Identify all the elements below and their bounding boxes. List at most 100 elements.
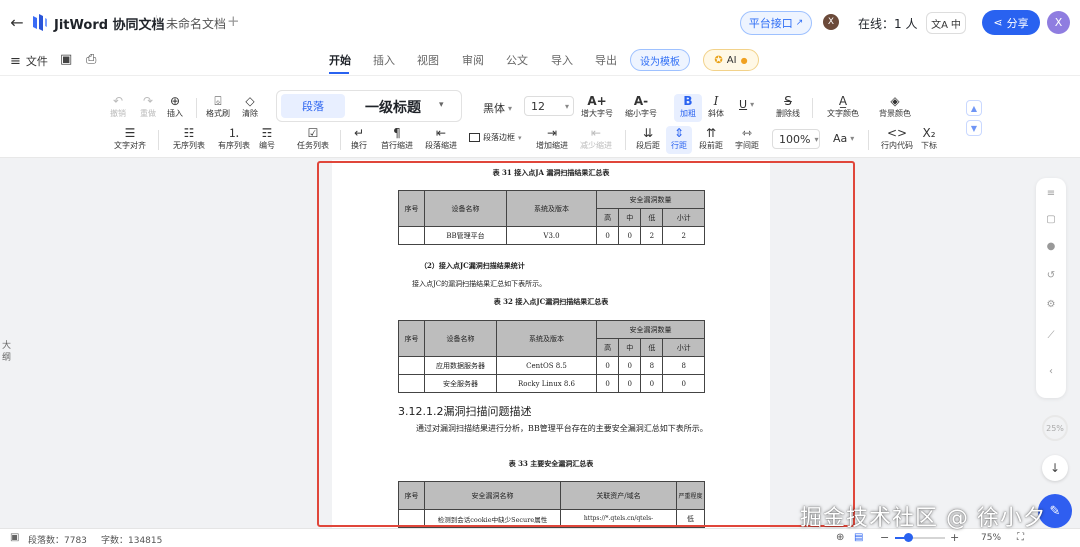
file-menu[interactable]: ≡ 文件 <box>10 53 48 69</box>
style-paragraph-option[interactable]: 段落 <box>281 94 345 118</box>
info-icon[interactable]: ● <box>1036 241 1066 252</box>
list-icon[interactable]: ≡ <box>1036 188 1066 199</box>
toolbar-scroll-down-icon[interactable]: ▼ <box>966 120 982 136</box>
bg-color-button[interactable]: ◈ 背景颜色 <box>870 94 920 119</box>
tab-official[interactable]: 公文 <box>506 52 528 68</box>
text-align-button[interactable]: ☰ 文字对齐 <box>108 126 152 151</box>
increase-indent-button[interactable]: ⇥ 增加缩进 <box>532 126 572 151</box>
fullscreen-icon[interactable]: ⛶ <box>1017 532 1024 543</box>
grow-font-button[interactable]: A+ 增大字号 <box>577 94 617 119</box>
settings-gear-icon[interactable]: ⚙ <box>1036 299 1066 310</box>
first-indent-label: 首行缩进 <box>381 141 413 150</box>
line-height-button[interactable]: ⇕ 行距 <box>666 126 692 154</box>
save-icon[interactable]: ▣ <box>60 52 72 67</box>
space-before-button[interactable]: ⇈ 段前距 <box>691 126 731 151</box>
letter-spacing-button[interactable]: ⇿ 字间距 <box>727 126 767 151</box>
share-icon: ⋖ <box>993 16 1003 29</box>
bg-color-label: 背景颜色 <box>879 109 911 118</box>
divider <box>196 98 197 118</box>
italic-button[interactable]: I 斜体 <box>702 94 730 119</box>
style-heading1-option[interactable]: 一级标题 <box>365 97 421 117</box>
paragraph-border-select[interactable]: 段落边框 ▾ <box>469 132 522 143</box>
print-icon[interactable]: ⎙ <box>86 52 96 67</box>
font-family-select[interactable]: 黑体 ▾ <box>483 100 512 116</box>
globe-icon[interactable]: ⊕ <box>836 532 844 543</box>
subscript-label: 下标 <box>921 141 937 150</box>
bullet-label: 无序列表 <box>173 141 205 150</box>
text-color-button[interactable]: A̲ 文字颜色 <box>818 94 868 119</box>
selection-highlight <box>317 161 855 527</box>
border-box-icon <box>469 133 480 142</box>
collapse-left-icon[interactable]: ‹ <box>1036 366 1066 377</box>
style-picker: 段落 一级标题 ▾ <box>276 90 462 122</box>
zoom-slider[interactable] <box>895 533 945 542</box>
decrease-indent-icon: ⇤ <box>590 126 602 140</box>
space-after-label: 段后距 <box>636 141 660 150</box>
new-doc-plus-icon[interactable]: + <box>227 12 240 30</box>
lang-label: 中 <box>950 19 961 31</box>
brush-icon: ⌺ <box>214 94 222 108</box>
insert-button[interactable]: ⊕ 插入 <box>155 94 195 119</box>
tab-view[interactable]: 视图 <box>417 52 439 68</box>
magic-wand-icon[interactable]: ⟋ <box>1036 330 1066 341</box>
case-select[interactable]: Aa ▾ <box>833 132 854 145</box>
history-icon[interactable]: ↺ <box>1036 270 1066 281</box>
zoom-in-button[interactable]: + <box>950 531 959 544</box>
ordered-list-button[interactable]: ⒈ 有序列表 <box>214 126 254 151</box>
shrink-font-button[interactable]: A- 缩小字号 <box>621 94 661 119</box>
font-size-select[interactable]: 12 ▾ <box>524 96 574 116</box>
divider <box>625 130 626 150</box>
bold-label: 加粗 <box>680 109 696 118</box>
shrink-font-icon: A- <box>633 94 649 108</box>
clear-format-button[interactable]: ◇ 清除 <box>230 94 270 119</box>
zoom-out-button[interactable]: − <box>880 531 889 544</box>
set-template-button[interactable]: 设为模板 <box>630 49 690 71</box>
style-dropdown-icon[interactable]: ▾ <box>439 100 444 110</box>
outline-toggle[interactable]: 大纲 <box>2 340 14 364</box>
share-button[interactable]: ⋖ 分享 <box>982 10 1040 35</box>
strikethrough-button[interactable]: S 删除线 <box>768 94 808 119</box>
task-list-button[interactable]: ☑ 任务列表 <box>293 126 333 151</box>
ai-button[interactable]: ✪ AI ● <box>703 49 759 71</box>
sidebar-toggle-icon[interactable]: ▣ <box>10 532 19 543</box>
space-after-button[interactable]: ⇊ 段后距 <box>628 126 668 151</box>
bold-button[interactable]: B 加粗 <box>674 94 702 122</box>
numbering-button[interactable]: ☶ 编号 <box>252 126 282 151</box>
scroll-down-icon[interactable]: ↓ <box>1042 455 1068 481</box>
doc-title[interactable]: 未命名文档 <box>166 15 226 32</box>
comment-icon[interactable]: ▢ <box>1036 214 1066 225</box>
language-toggle[interactable]: 文A 中 <box>926 12 966 34</box>
tab-export[interactable]: 导出 <box>595 52 617 68</box>
chevron-down-icon: ▾ <box>565 101 570 111</box>
back-arrow-icon[interactable]: ← <box>8 13 26 32</box>
page-view-icon[interactable]: ▤ <box>854 532 863 543</box>
tab-import[interactable]: 导入 <box>551 52 573 68</box>
inline-code-button[interactable]: <> 行内代码 <box>877 126 917 151</box>
chevron-down-icon: ▾ <box>850 134 855 143</box>
bullet-list-button[interactable]: ☷ 无序列表 <box>169 126 209 151</box>
space-before-label: 段前距 <box>699 141 723 150</box>
file-label: 文件 <box>25 55 48 68</box>
bullet-list-icon: ☷ <box>183 126 195 140</box>
menu-bar: ≡ 文件 ▣ ⎙ 开始 插入 视图 审阅 公文 导入 导出 设为模板 ✪ AI ● <box>0 44 1080 76</box>
ordered-label: 有序列表 <box>218 141 250 150</box>
decrease-indent-button[interactable]: ⇤ 减少缩进 <box>576 126 616 151</box>
task-label: 任务列表 <box>297 141 329 150</box>
platform-api-button[interactable]: 平台接口 ↗ <box>740 11 812 35</box>
subscript-button[interactable]: X₂ 下标 <box>914 126 944 151</box>
text-color-icon: A̲ <box>838 94 848 108</box>
tab-start[interactable]: 开始 <box>329 52 351 68</box>
user-avatar[interactable]: X <box>1047 11 1070 34</box>
toolbar-scroll-up-icon[interactable]: ▲ <box>966 100 982 116</box>
zoom-slider-handle[interactable] <box>904 533 913 542</box>
zoom-select[interactable]: 100% ▾ <box>772 129 820 149</box>
underline-button[interactable]: U ▾ <box>739 98 754 111</box>
collaborator-avatar[interactable]: X <box>823 14 839 30</box>
paragraph-indent-button[interactable]: ⇤ 段落缩进 <box>421 126 461 151</box>
tab-insert[interactable]: 插入 <box>373 52 395 68</box>
ai-dot-icon: ● <box>740 55 748 65</box>
line-break-button[interactable]: ↵ 换行 <box>344 126 374 151</box>
bold-icon: B <box>683 94 693 108</box>
first-line-indent-button[interactable]: ¶ 首行缩进 <box>377 126 417 151</box>
tab-review[interactable]: 审阅 <box>462 52 484 68</box>
